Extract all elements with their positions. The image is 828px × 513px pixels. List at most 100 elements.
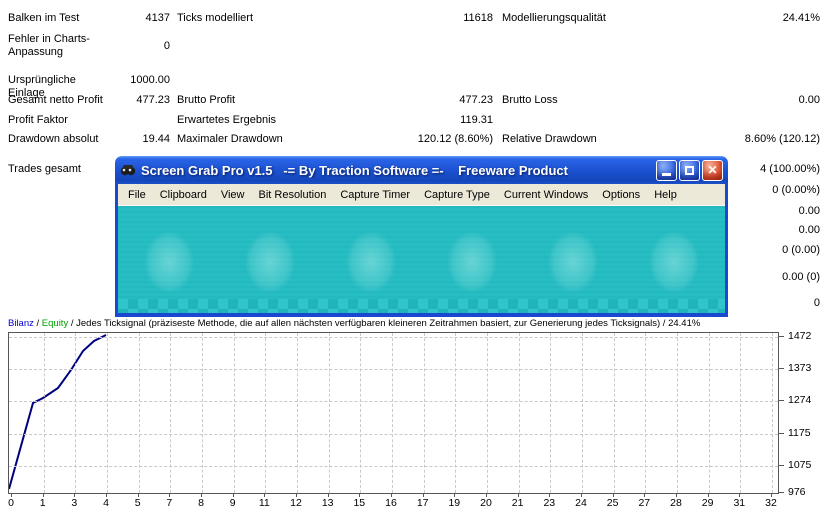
menu-help[interactable]: Help	[647, 189, 684, 201]
chart-vgridline	[265, 333, 266, 493]
chart-vgridline	[550, 333, 551, 493]
chart-x-label: 28	[663, 497, 689, 509]
chart-vgridline	[614, 333, 615, 493]
legend-description: Jedes Ticksignal (präziseste Methode, di…	[76, 318, 700, 329]
report-value: 477.23	[360, 94, 493, 107]
chart-x-label: 1	[30, 497, 56, 509]
chart-y-tick	[779, 336, 784, 337]
report-label: Maximaler Drawdown	[177, 133, 367, 146]
chart-vgridline	[519, 333, 520, 493]
chart-x-label: 16	[378, 497, 404, 509]
chart-vgridline	[75, 333, 76, 493]
chart-x-label: 20	[473, 497, 499, 509]
chart-x-label: 5	[125, 497, 151, 509]
chart-vgridline	[297, 333, 298, 493]
chart-x-label: 17	[410, 497, 436, 509]
chart-y-label: 1175	[788, 427, 828, 439]
report-value: 24.41%	[670, 12, 820, 25]
menu-bit-resolution[interactable]: Bit Resolution	[251, 189, 333, 201]
chart-vgridline	[740, 333, 741, 493]
menu-current-windows[interactable]: Current Windows	[497, 189, 595, 201]
report-value: 119.31	[360, 114, 493, 127]
report-value: 477.23	[100, 94, 170, 107]
menu-options[interactable]: Options	[595, 189, 647, 201]
chart-x-label: 29	[695, 497, 721, 509]
chart-y-tick	[779, 433, 784, 434]
chart-vgridline	[139, 333, 140, 493]
report-label: Profit Faktor	[8, 114, 110, 127]
report-label: Erwartetes Ergebnis	[177, 114, 367, 127]
chart-vgridline	[424, 333, 425, 493]
chart-x-label: 25	[600, 497, 626, 509]
report-value: 4137	[100, 12, 170, 25]
chart-vgridline	[455, 333, 456, 493]
chart-x-label: 31	[726, 497, 752, 509]
checker-pattern	[118, 299, 725, 313]
report-value: 11618	[360, 12, 493, 25]
screen-grab-pro-window[interactable]: Screen Grab Pro v1.5 -= By Traction Soft…	[115, 156, 728, 317]
chart-vgridline	[107, 333, 108, 493]
report-label: Balken im Test	[8, 12, 110, 25]
chart-y-label: 1472	[788, 330, 828, 342]
report-value: 0.00	[670, 94, 820, 107]
minimize-button[interactable]	[656, 160, 677, 181]
report-label: Ticks modelliert	[177, 12, 367, 25]
chart-y-tick	[779, 400, 784, 401]
maximize-button[interactable]	[679, 160, 700, 181]
chart-vgridline	[234, 333, 235, 493]
chart-y-tick	[779, 492, 784, 493]
window-title: Screen Grab Pro v1.5 -= By Traction Soft…	[141, 163, 568, 178]
chart-x-label: 4	[93, 497, 119, 509]
chart-vgridline	[360, 333, 361, 493]
close-icon: ✕	[707, 164, 717, 176]
chart-x-label: 3	[61, 497, 87, 509]
report-value: 8.60% (120.12)	[670, 133, 820, 146]
report-label: Gesamt netto Profit	[8, 94, 110, 107]
chart-y-label: 1373	[788, 362, 828, 374]
report-value: 1000.00	[100, 74, 170, 87]
chart-vgridline	[44, 333, 45, 493]
chart-x-label: 21	[505, 497, 531, 509]
report-label: Drawdown absolut	[8, 133, 110, 146]
menu-view[interactable]: View	[214, 189, 252, 201]
chart-y-label: 1075	[788, 459, 828, 471]
chart-x-label: 15	[346, 497, 372, 509]
report-label: Modellierungsqualität	[502, 12, 667, 25]
maximize-icon	[685, 166, 694, 175]
window-frame: FileClipboardViewBit ResolutionCapture T…	[115, 184, 728, 317]
chart-x-label: 9	[220, 497, 246, 509]
chart-vgridline	[772, 333, 773, 493]
chart-hgridline	[9, 466, 778, 467]
chart-y-tick	[779, 465, 784, 466]
report-value: 19.44	[100, 133, 170, 146]
report-label: Brutto Loss	[502, 94, 667, 107]
menu-clipboard[interactable]: Clipboard	[153, 189, 214, 201]
chart-y-label: 976	[788, 486, 828, 498]
report-value: 120.12 (8.60%)	[360, 133, 493, 146]
menu-capture-type[interactable]: Capture Type	[417, 189, 497, 201]
report-label: Brutto Profit	[177, 94, 367, 107]
chart-hgridline	[9, 401, 778, 402]
chart-x-label: 24	[568, 497, 594, 509]
balance-chart	[9, 333, 778, 493]
window-client-area	[118, 206, 725, 313]
menu-file[interactable]: File	[121, 189, 153, 201]
report-value: 0	[100, 40, 170, 53]
binoculars-icon	[120, 162, 136, 178]
chart-hgridline	[9, 369, 778, 370]
backtest-report-page: Balken im Test4137 Ticks modelliert11618 M…	[0, 0, 828, 513]
chart-vgridline	[170, 333, 171, 493]
close-button[interactable]: ✕	[702, 160, 723, 181]
minimize-icon	[662, 173, 671, 176]
chart-legend: Bilanz / Equity / Jedes Ticksignal (präz…	[8, 318, 700, 329]
window-controls: ✕	[656, 160, 723, 181]
chart-x-label: 12	[283, 497, 309, 509]
window-titlebar[interactable]: Screen Grab Pro v1.5 -= By Traction Soft…	[115, 156, 728, 184]
chart-vgridline	[582, 333, 583, 493]
chart-x-label: 27	[631, 497, 657, 509]
plot-area	[8, 332, 779, 494]
menu-capture-timer[interactable]: Capture Timer	[333, 189, 417, 201]
chart-x-label: 23	[536, 497, 562, 509]
chart-vgridline	[202, 333, 203, 493]
chart-vgridline	[645, 333, 646, 493]
